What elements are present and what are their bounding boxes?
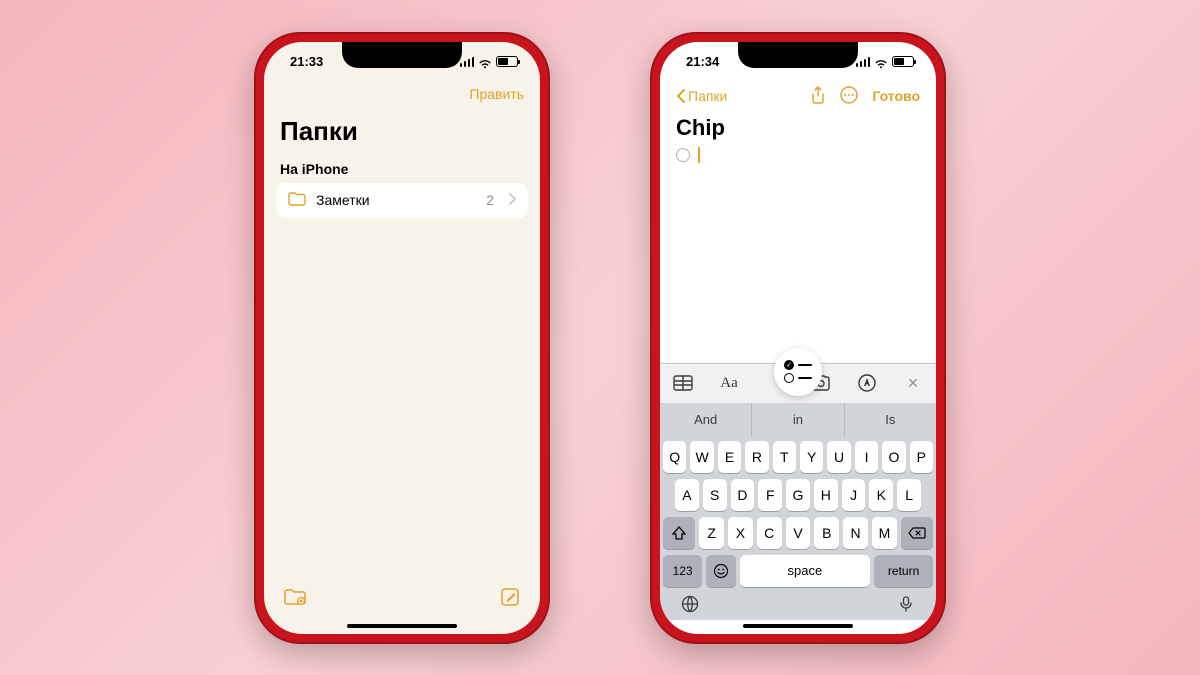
edit-button[interactable]: Править — [469, 86, 524, 102]
share-button[interactable] — [810, 86, 826, 107]
screen-folders: 21:33 Править Папки На iPhone Заметки 2 — [264, 42, 540, 634]
key-l[interactable]: L — [897, 479, 921, 511]
key-c[interactable]: C — [757, 517, 782, 549]
key-q[interactable]: Q — [663, 441, 686, 473]
dictation-button[interactable] — [897, 595, 915, 618]
back-button[interactable]: Папки — [676, 88, 727, 104]
key-n[interactable]: N — [843, 517, 868, 549]
key-z[interactable]: Z — [699, 517, 724, 549]
status-right — [460, 56, 519, 67]
keyboard-row-3: Z X C V B N M — [663, 517, 933, 549]
keyboard-row-1: Q W E R T Y U I O P — [663, 441, 933, 473]
checkbox-empty-icon[interactable] — [676, 148, 690, 162]
key-j[interactable]: J — [842, 479, 866, 511]
predictive-word[interactable]: in — [752, 403, 844, 437]
text-format-tool[interactable]: Aa — [712, 369, 746, 397]
globe-button[interactable] — [681, 595, 699, 618]
screen-note: 21:34 Папки Готово — [660, 42, 936, 634]
checklist-popup[interactable]: ✓ — [774, 348, 822, 396]
key-a[interactable]: A — [675, 479, 699, 511]
chevron-right-icon — [508, 192, 516, 208]
key-numbers[interactable]: 123 — [663, 555, 702, 587]
keyboard-row-4: 123 space return — [663, 555, 933, 587]
key-y[interactable]: Y — [800, 441, 823, 473]
home-indicator[interactable] — [347, 624, 457, 628]
key-w[interactable]: W — [690, 441, 713, 473]
note-title[interactable]: Chip — [660, 115, 936, 145]
key-backspace[interactable] — [901, 517, 933, 549]
predictive-bar: And in Is — [660, 403, 936, 437]
notch — [738, 42, 858, 68]
key-g[interactable]: G — [786, 479, 810, 511]
folder-row-notes[interactable]: Заметки 2 — [276, 183, 528, 218]
close-toolbar-button[interactable]: × — [896, 369, 930, 397]
folder-count: 2 — [486, 192, 494, 208]
key-k[interactable]: K — [869, 479, 893, 511]
key-return[interactable]: return — [874, 555, 933, 587]
status-right — [856, 56, 915, 67]
notch — [342, 42, 462, 68]
keyboard-row-2: A S D F G H J K L — [663, 479, 933, 511]
folder-name: Заметки — [316, 192, 370, 208]
page-title: Папки — [264, 110, 540, 157]
key-u[interactable]: U — [827, 441, 850, 473]
keyboard: Q W E R T Y U I O P A S D F G H J K L — [660, 437, 936, 620]
table-tool[interactable] — [666, 369, 700, 397]
key-r[interactable]: R — [745, 441, 768, 473]
new-folder-button[interactable] — [284, 588, 306, 611]
key-i[interactable]: I — [855, 441, 878, 473]
status-time: 21:33 — [290, 54, 323, 69]
predictive-word[interactable]: And — [660, 403, 752, 437]
home-indicator[interactable] — [743, 624, 853, 628]
compose-button[interactable] — [500, 587, 520, 612]
battery-icon — [496, 56, 518, 67]
format-toolbar: Aa × ✓ — [660, 363, 936, 403]
keyboard-bottom — [663, 593, 933, 618]
check-filled-icon: ✓ — [784, 360, 794, 370]
cellular-icon — [856, 57, 871, 67]
key-m[interactable]: M — [872, 517, 897, 549]
folder-icon — [288, 192, 306, 209]
key-s[interactable]: S — [703, 479, 727, 511]
key-v[interactable]: V — [786, 517, 811, 549]
back-label: Папки — [688, 88, 727, 104]
checklist-item[interactable] — [660, 145, 936, 165]
section-header: На iPhone — [264, 157, 540, 183]
key-t[interactable]: T — [773, 441, 796, 473]
nav-bar: Папки Готово — [660, 82, 936, 115]
key-o[interactable]: O — [882, 441, 905, 473]
key-d[interactable]: D — [731, 479, 755, 511]
key-space[interactable]: space — [740, 555, 871, 587]
wifi-icon — [478, 57, 492, 67]
key-emoji[interactable] — [706, 555, 735, 587]
done-button[interactable]: Готово — [872, 88, 920, 104]
note-body[interactable] — [660, 165, 936, 363]
more-button[interactable] — [840, 86, 858, 107]
cellular-icon — [460, 57, 475, 67]
check-empty-icon — [784, 373, 794, 383]
key-x[interactable]: X — [728, 517, 753, 549]
markup-tool[interactable] — [850, 369, 884, 397]
bottom-toolbar — [264, 577, 540, 620]
wifi-icon — [874, 57, 888, 67]
nav-bar: Править — [264, 82, 540, 110]
key-e[interactable]: E — [718, 441, 741, 473]
key-b[interactable]: B — [814, 517, 839, 549]
phone-right: 21:34 Папки Готово — [650, 32, 946, 644]
key-h[interactable]: H — [814, 479, 838, 511]
key-shift[interactable] — [663, 517, 695, 549]
battery-icon — [892, 56, 914, 67]
predictive-word[interactable]: Is — [845, 403, 936, 437]
key-p[interactable]: P — [910, 441, 933, 473]
text-cursor — [698, 147, 700, 163]
phone-left: 21:33 Править Папки На iPhone Заметки 2 — [254, 32, 550, 644]
key-f[interactable]: F — [758, 479, 782, 511]
status-time: 21:34 — [686, 54, 719, 69]
